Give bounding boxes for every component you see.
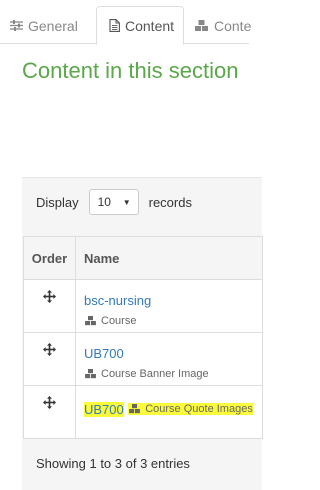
content-link[interactable]: bsc-nursing xyxy=(84,293,151,308)
tab-content-list[interactable]: Conte xyxy=(194,7,254,44)
caret-down-icon: ▼ xyxy=(122,198,131,207)
table-row: bsc-nursing Course xyxy=(23,279,263,333)
table-row: UB700 Course Banner Image xyxy=(23,332,263,386)
drag-handle-icon[interactable] xyxy=(43,290,56,307)
name-cell: UB700 Course Banner Image xyxy=(75,332,263,386)
drag-handle-icon[interactable] xyxy=(43,343,56,360)
column-header-order[interactable]: Order xyxy=(23,236,76,280)
cubes-icon xyxy=(84,369,97,379)
tab-content[interactable]: Content xyxy=(96,6,184,45)
pagination-info: Showing 1 to 3 of 3 entries xyxy=(36,456,190,471)
cubes-icon xyxy=(194,19,209,32)
content-type: Course Banner Image xyxy=(84,368,262,380)
display-label: Display xyxy=(36,194,79,210)
order-cell xyxy=(23,279,76,333)
order-cell xyxy=(23,332,76,386)
records-label: records xyxy=(148,194,192,210)
sliders-icon xyxy=(10,20,23,31)
content-link[interactable]: UB700 xyxy=(84,346,124,361)
records-per-page-control: Display 10 ▼ records xyxy=(36,189,192,215)
content-type-label: Course xyxy=(101,315,137,327)
table-header-row: Order Name xyxy=(23,236,263,280)
table-row: UB700 Course Quote Images xyxy=(23,385,263,439)
content-table: Order Name bsc-nursing Course UB700 Cour… xyxy=(23,236,263,439)
cubes-icon xyxy=(128,404,141,414)
order-cell xyxy=(23,385,76,439)
document-icon xyxy=(109,19,120,32)
content-type-label: Course Banner Image xyxy=(101,368,209,380)
content-link[interactable]: UB700 xyxy=(84,402,124,417)
content-type: Course xyxy=(84,315,262,327)
drag-handle-icon[interactable] xyxy=(43,396,56,413)
cubes-icon xyxy=(84,316,97,326)
records-per-page-select[interactable]: 10 ▼ xyxy=(88,189,139,215)
page-title: Content in this section xyxy=(22,58,239,83)
tab-third-label: Conte xyxy=(214,17,252,34)
tab-bar: General Content Conte xyxy=(0,0,251,45)
content-type: Course Quote Images xyxy=(128,403,253,415)
tab-content-label: Content xyxy=(125,17,175,34)
column-header-name[interactable]: Name xyxy=(75,236,263,280)
tab-general-label: General xyxy=(28,17,78,34)
content-type-label: Course Quote Images xyxy=(145,403,253,415)
tab-general[interactable]: General xyxy=(0,7,96,44)
name-cell: bsc-nursing Course xyxy=(75,279,263,333)
records-per-page-value: 10 xyxy=(97,195,111,209)
name-cell: UB700 Course Quote Images xyxy=(75,385,263,439)
content-list-panel: Display 10 ▼ records Order Name bsc-nurs… xyxy=(22,177,263,490)
